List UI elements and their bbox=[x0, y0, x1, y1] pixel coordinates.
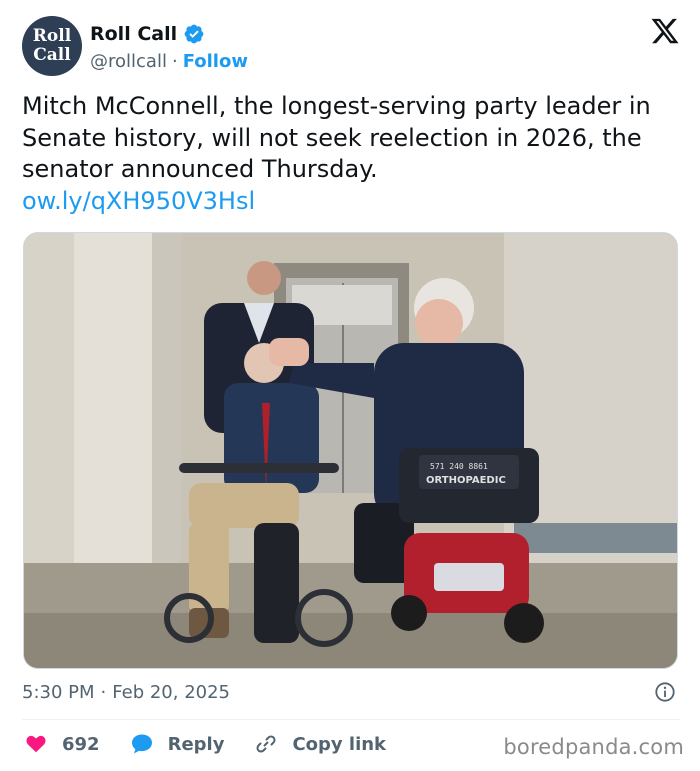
like-button[interactable]: 692 bbox=[24, 732, 100, 756]
copy-link-button[interactable]: Copy link bbox=[254, 732, 386, 756]
avatar[interactable]: Roll Call bbox=[22, 16, 82, 76]
scooter-sign-line2: ORTHOPAEDIC bbox=[426, 475, 506, 486]
heart-icon bbox=[26, 735, 46, 753]
author-info: Roll Call @rollcall · Follow bbox=[90, 21, 248, 74]
tweet-time: 5:30 PM bbox=[22, 681, 95, 703]
reply-button[interactable]: Reply bbox=[130, 732, 225, 756]
speech-bubble-icon bbox=[131, 734, 152, 754]
verified-badge-icon bbox=[184, 24, 204, 44]
tweet-text: Mitch McConnell, the longest-serving par… bbox=[22, 92, 651, 183]
copy-link-label: Copy link bbox=[292, 733, 387, 755]
handle-separator: · bbox=[171, 50, 178, 72]
x-logo-icon[interactable] bbox=[650, 16, 680, 46]
tweet-body: Mitch McConnell, the longest-serving par… bbox=[22, 91, 682, 217]
tweet-timestamp[interactable]: 5:30 PM · Feb 20, 2025 bbox=[22, 679, 230, 705]
display-name[interactable]: Roll Call bbox=[90, 23, 177, 45]
tweet-header: Roll Call Roll Call @rollcall · Follow bbox=[22, 16, 680, 78]
like-count: 692 bbox=[62, 733, 100, 755]
watermark: boredpanda.com bbox=[503, 735, 684, 759]
timestamp-separator: · bbox=[100, 681, 107, 703]
tweet-link[interactable]: ow.ly/qXH950V3Hsl bbox=[22, 186, 682, 218]
reply-label: Reply bbox=[167, 733, 225, 755]
avatar-text-line1: Roll bbox=[32, 26, 72, 46]
divider bbox=[22, 719, 680, 720]
scooter-sign-line1: 571 240 8861 bbox=[430, 462, 488, 471]
info-icon[interactable] bbox=[654, 681, 676, 703]
action-bar: 692 Reply Copy link bbox=[24, 729, 416, 759]
link-icon bbox=[256, 735, 276, 753]
follow-button[interactable]: Follow bbox=[183, 51, 248, 72]
photo-illustration: 571 240 8861 ORTHOPAEDIC bbox=[24, 233, 677, 668]
tweet-date: Feb 20, 2025 bbox=[112, 681, 231, 703]
tweet-photo[interactable]: 571 240 8861 ORTHOPAEDIC bbox=[23, 232, 678, 669]
avatar-text-line2: Call bbox=[33, 45, 71, 65]
handle[interactable]: @rollcall bbox=[90, 51, 167, 72]
